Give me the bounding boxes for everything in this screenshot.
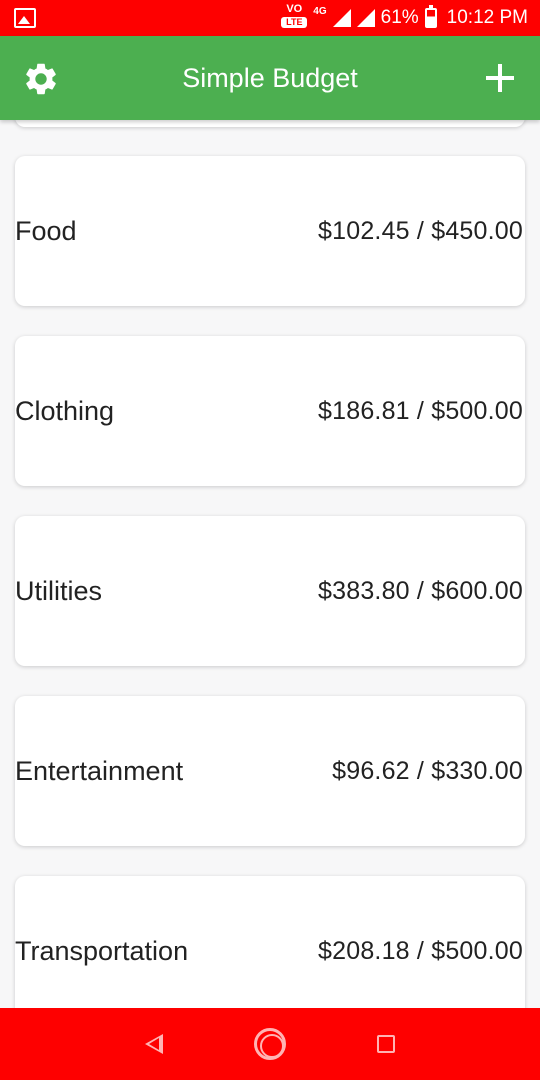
home-circle-icon[interactable] xyxy=(253,1028,286,1060)
add-budget-button[interactable] xyxy=(482,60,518,96)
budget-name: Food xyxy=(15,215,77,246)
settings-button[interactable] xyxy=(22,60,60,98)
app-title: Simple Budget xyxy=(182,62,358,93)
signal-strength-icon xyxy=(332,9,351,27)
volte-text: VO xyxy=(286,3,303,15)
budget-amount: $186.81 / $500.00 xyxy=(318,396,523,425)
budget-card-food[interactable]: Food $102.45 / $450.00 xyxy=(15,156,525,306)
budget-card-partial[interactable] xyxy=(15,120,525,127)
volte-indicator: VO LTE xyxy=(281,3,308,33)
back-triangle-icon[interactable] xyxy=(145,1034,164,1054)
budget-amount: $208.18 / $500.00 xyxy=(318,936,523,965)
budget-name: Utilities xyxy=(15,575,103,606)
budget-name: Clothing xyxy=(15,395,115,426)
budget-card-utilities[interactable]: Utilities $383.80 / $600.00 xyxy=(15,516,525,666)
screen: VO LTE 4G 61% 10:12 PM Simple Budget Foo… xyxy=(0,0,540,1080)
navigation-bar xyxy=(0,1008,540,1080)
budget-amount: $383.80 / $600.00 xyxy=(318,576,523,605)
app-bar: Simple Budget xyxy=(0,36,540,120)
budget-card-transportation[interactable]: Transportation $208.18 / $500.00 xyxy=(15,876,525,1008)
budget-card-clothing[interactable]: Clothing $186.81 / $500.00 xyxy=(15,336,525,486)
budget-amount: $96.62 / $330.00 xyxy=(332,756,523,785)
budget-list[interactable]: Food $102.45 / $450.00 Clothing $186.81 … xyxy=(0,120,540,1008)
battery-icon xyxy=(424,5,437,28)
budget-card-entertainment[interactable]: Entertainment $96.62 / $330.00 xyxy=(15,696,525,846)
signal-no-service-icon xyxy=(356,9,375,27)
budget-name: Entertainment xyxy=(15,755,184,786)
status-right: VO LTE 4G 61% 10:12 PM xyxy=(281,3,528,33)
status-left xyxy=(14,8,36,28)
status-bar: VO LTE 4G 61% 10:12 PM xyxy=(0,0,540,36)
network-type: 4G xyxy=(313,6,327,17)
battery-percent: 61% xyxy=(380,7,419,28)
lte-badge: LTE xyxy=(281,17,308,28)
gear-icon xyxy=(26,63,56,95)
recents-square-icon[interactable] xyxy=(376,1035,395,1053)
clock: 10:12 PM xyxy=(446,7,528,28)
budget-name: Transportation xyxy=(15,935,189,966)
image-notification-icon xyxy=(14,8,36,28)
budget-amount: $102.45 / $450.00 xyxy=(318,216,523,245)
